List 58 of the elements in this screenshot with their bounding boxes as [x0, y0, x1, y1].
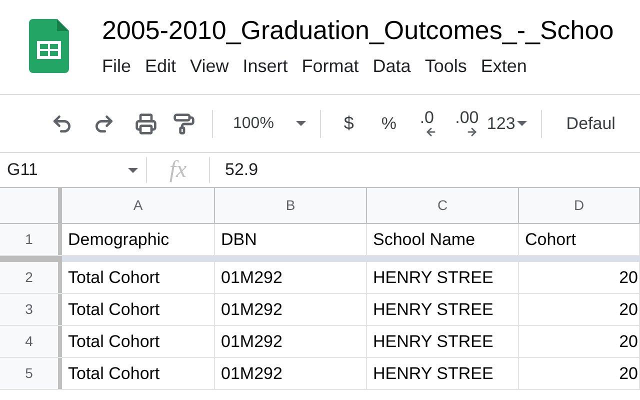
table-cell: Cohort: [519, 224, 640, 255]
redo-icon: [93, 112, 115, 134]
row-header[interactable]: 5: [0, 358, 62, 389]
number-format-dropdown[interactable]: 123: [486, 106, 528, 142]
table-cell: School Name: [367, 224, 519, 255]
function-label: fx: [168, 156, 188, 185]
table-cell: HENRY STREE: [367, 358, 519, 389]
menu-item[interactable]: File: [96, 54, 138, 78]
table-cell: HENRY STREE: [367, 294, 519, 325]
menu-item[interactable]: Data: [366, 54, 417, 78]
currency-format-button[interactable]: $: [332, 106, 365, 142]
dropdown-caret-icon: [296, 121, 306, 126]
dropdown-caret-icon: [517, 121, 528, 126]
row-header[interactable]: 3: [0, 294, 62, 325]
increase-decimal-button[interactable]: .00: [448, 106, 485, 142]
menu-item[interactable]: Insert: [236, 54, 294, 78]
column-header[interactable]: C: [367, 188, 519, 223]
table-cell: 01M292: [215, 262, 367, 293]
table-cell: HENRY STREE: [367, 326, 519, 357]
table-cell: Demographic: [62, 224, 215, 255]
spreadsheet-logo-icon[interactable]: [29, 19, 69, 73]
printer-icon: [135, 112, 157, 134]
column-header[interactable]: A: [62, 188, 215, 223]
table-cell: HENRY STREE: [367, 262, 519, 293]
document-title[interactable]: 2005-2010_Graduation_Outcomes_-_Schoo: [102, 14, 614, 46]
table-cell: Total Cohort: [62, 294, 215, 325]
decrease-decimal-button[interactable]: .0: [410, 106, 443, 142]
right-arrow-icon: [466, 126, 478, 138]
formula-input-field[interactable]: 52.9: [210, 153, 640, 187]
menu-item[interactable]: Edit: [139, 54, 182, 78]
table-cell: 01M292: [215, 326, 367, 357]
cell-reference-field[interactable]: G11: [0, 153, 146, 187]
table-cell: 01M292: [215, 358, 367, 389]
zoom-dropdown[interactable]: 100%: [229, 106, 310, 142]
menu-item[interactable]: Format: [296, 54, 365, 78]
undo-icon: [51, 112, 73, 134]
column-header[interactable]: D: [519, 188, 640, 223]
table-cell: 20: [519, 358, 640, 389]
table-cell: 20: [519, 262, 640, 293]
dropdown-caret-icon: [128, 168, 138, 172]
table-cell: 20: [519, 294, 640, 325]
table-cell: Total Cohort: [62, 358, 215, 389]
table-cell: Total Cohort: [62, 262, 215, 293]
row-header[interactable]: 2: [0, 262, 62, 293]
menu-item[interactable]: Tools: [418, 54, 473, 78]
left-arrow-icon: [424, 126, 437, 138]
table-cell: Total Cohort: [62, 326, 215, 357]
table-cell: 20: [519, 326, 640, 357]
column-header[interactable]: B: [215, 188, 367, 223]
row-header[interactable]: 4: [0, 326, 62, 357]
menu-item[interactable]: Exten: [474, 54, 533, 78]
paint-roller-icon: [173, 112, 195, 134]
table-cell: 01M292: [215, 294, 367, 325]
font-dropdown[interactable]: Defaul: [566, 106, 616, 142]
table-cell: DBN: [215, 224, 367, 255]
menu-item[interactable]: View: [184, 54, 235, 78]
row-header[interactable]: 1: [0, 224, 62, 255]
percent-format-button[interactable]: %: [372, 106, 405, 142]
